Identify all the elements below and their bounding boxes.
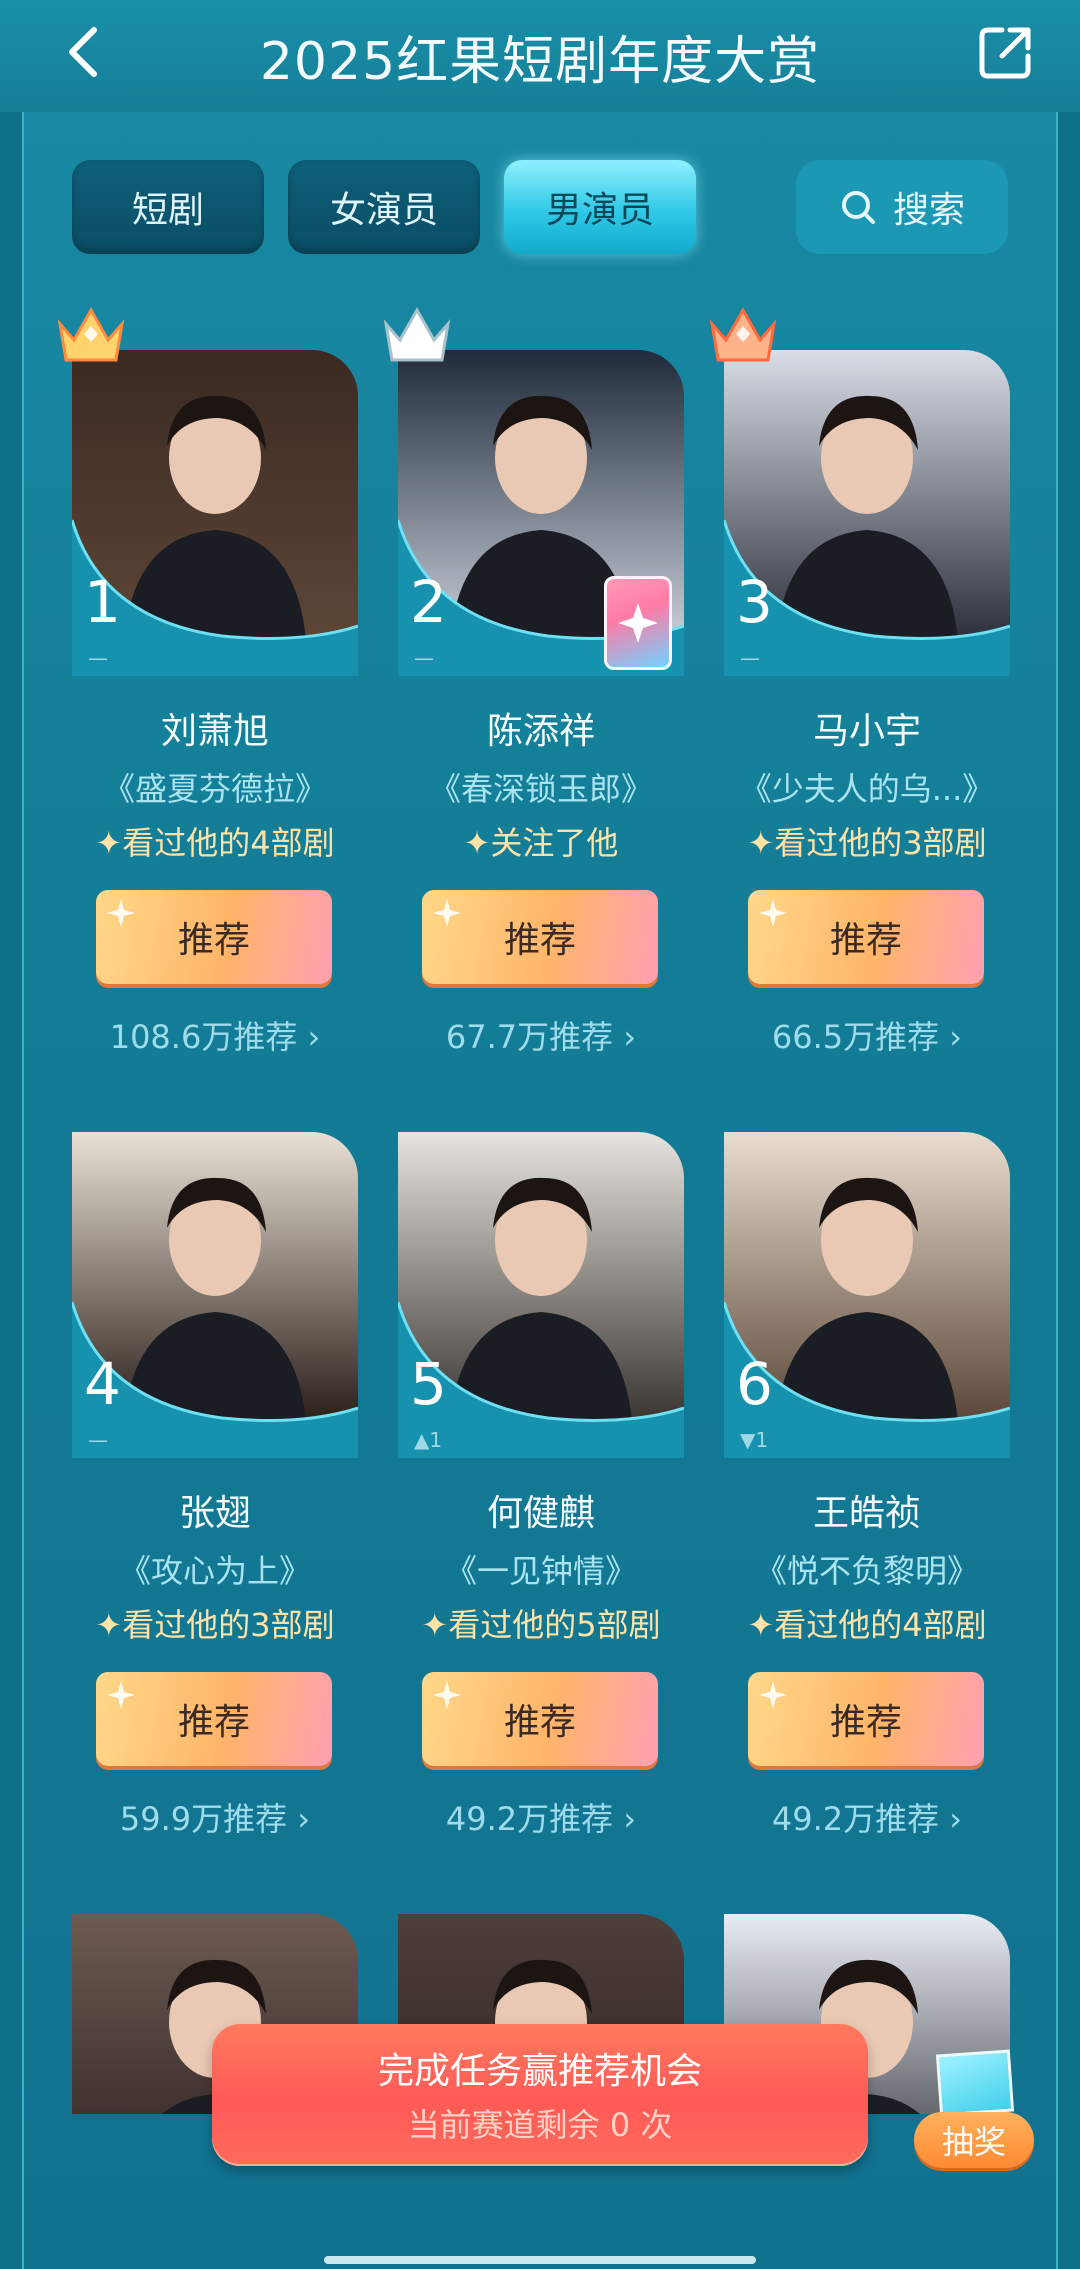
sparkle-icon: ✦	[463, 824, 491, 862]
actor-photo-area[interactable]: 2—	[383, 306, 684, 676]
search-icon	[841, 191, 875, 224]
sparkle-icon: ✦	[747, 1606, 775, 1644]
recommend-button-label: 推荐	[829, 920, 902, 961]
rank-number: 2	[410, 568, 447, 636]
lottery-button[interactable]: 抽奖	[914, 2112, 1034, 2168]
crown-icon	[54, 300, 128, 368]
task-banner[interactable]: 完成任务赢推荐机会 当前赛道剩余 0 次	[212, 2024, 868, 2166]
recommend-button-label: 推荐	[503, 920, 576, 961]
task-banner-title: 完成任务赢推荐机会	[377, 2051, 702, 2092]
rank-number: 4	[84, 1350, 121, 1418]
actor-note-text: 看过他的3部剧	[122, 1606, 335, 1644]
sparkle-icon: ✦	[421, 1606, 449, 1644]
actor-note-text: 看过他的5部剧	[448, 1606, 661, 1644]
actor-drama-title: 《春深锁玉郎》	[428, 770, 653, 808]
sparkle-icon	[433, 899, 461, 927]
recommend-button[interactable]: 推荐	[422, 1672, 658, 1766]
sparkle-icon	[759, 899, 787, 927]
heart-card-icon	[604, 576, 672, 670]
sparkle-icon: ✦	[747, 824, 775, 862]
sparkle-icon	[433, 1681, 461, 1709]
actor-note-text: 看过他的4部剧	[122, 824, 335, 862]
tab-actor[interactable]: 男演员	[504, 160, 696, 254]
sparkle-icon	[107, 899, 135, 927]
recommend-button-label: 推荐	[177, 920, 250, 961]
actor-note: ✦看过他的4部剧	[710, 1600, 1024, 1646]
recommend-button[interactable]: 推荐	[96, 890, 332, 984]
page-title: 2025红果短剧年度大赏	[259, 31, 821, 92]
recommend-button[interactable]: 推荐	[422, 890, 658, 984]
actor-name: 马小宇	[812, 711, 921, 752]
recommend-count-link[interactable]: 108.6万推荐 ›	[72, 1012, 358, 1058]
recommend-count-link[interactable]: 66.5万推荐 ›	[724, 1012, 1010, 1058]
actor-note: ✦看过他的3部剧	[710, 818, 1024, 864]
rank-number: 6	[736, 1350, 773, 1418]
rank-change: ▼1	[740, 1428, 769, 1452]
tab-short-drama[interactable]: 短剧	[72, 160, 264, 254]
recommend-button-label: 推荐	[829, 1702, 902, 1743]
actor-note-text: 关注了他	[490, 824, 619, 862]
recommend-count-link[interactable]: 49.2万推荐 ›	[398, 1794, 684, 1840]
actor-drama-title: 《攻心为上》	[118, 1552, 311, 1590]
back-button[interactable]	[52, 20, 116, 84]
actor-photo-area[interactable]: 5 ▲1	[398, 1132, 684, 1458]
rank-change: ▲1	[414, 1428, 443, 1452]
sparkle-icon: ✦	[95, 824, 123, 862]
actor-name: 王皓祯	[812, 1493, 921, 1534]
recommend-button[interactable]: 推荐	[96, 1672, 332, 1766]
rank-number: 3	[736, 568, 773, 636]
share-icon	[979, 27, 1031, 79]
actor-photo-area[interactable]: 3—	[709, 306, 1010, 676]
actor-note: ✦看过他的4部剧	[58, 818, 372, 864]
search-label: 搜索	[892, 190, 965, 231]
rank-number: 5	[410, 1350, 447, 1418]
recommend-button[interactable]: 推荐	[748, 890, 984, 984]
actor-note: ✦关注了他	[384, 818, 698, 864]
recommend-button-label: 推荐	[177, 1702, 250, 1743]
recommend-button[interactable]: 推荐	[748, 1672, 984, 1766]
sparkle-icon	[107, 1681, 135, 1709]
actor-note: ✦看过他的3部剧	[58, 1600, 372, 1646]
actor-name: 何健麒	[486, 1493, 595, 1534]
actor-photo-area[interactable]: 1—	[57, 306, 358, 676]
recommend-count-link[interactable]: 67.7万推荐 ›	[398, 1012, 684, 1058]
crown-icon	[380, 300, 454, 368]
recommend-button-label: 推荐	[503, 1702, 576, 1743]
tab-actress[interactable]: 女演员	[288, 160, 480, 254]
recommend-count-link[interactable]: 49.2万推荐 ›	[724, 1794, 1010, 1840]
actor-note: ✦看过他的5部剧	[384, 1600, 698, 1646]
rank-change: —	[414, 646, 434, 670]
actor-note-text: 看过他的3部剧	[774, 824, 987, 862]
recommend-count-link[interactable]: 59.9万推荐 ›	[72, 1794, 358, 1840]
actor-drama-title: 《悦不负黎明》	[754, 1552, 979, 1590]
actor-photo-area[interactable]: 6 ▼1	[724, 1132, 1010, 1458]
actor-drama-title: 《一见钟情》	[444, 1552, 637, 1590]
lottery-card-icon	[935, 2049, 1015, 2117]
actor-drama-title: 《盛夏芬德拉》	[102, 770, 327, 808]
rank-number: 1	[84, 568, 121, 636]
actor-name: 刘萧旭	[160, 711, 269, 752]
rank-change: —	[88, 646, 108, 670]
actor-name: 陈添祥	[486, 711, 595, 752]
share-button[interactable]	[970, 18, 1040, 88]
rank-change: —	[88, 1428, 108, 1452]
sparkle-icon: ✦	[95, 1606, 123, 1644]
chevron-left-icon	[69, 27, 97, 77]
sparkle-icon	[759, 1681, 787, 1709]
rank-change: —	[740, 646, 760, 670]
actor-note-text: 看过他的4部剧	[774, 1606, 987, 1644]
actor-photo-area[interactable]: 4—	[72, 1132, 358, 1458]
crown-icon	[706, 300, 780, 368]
search-button[interactable]: 搜索	[796, 160, 1008, 254]
task-banner-subtitle: 当前赛道剩余 0 次	[407, 2106, 673, 2144]
actor-drama-title: 《少夫人的乌...》	[739, 770, 995, 808]
top-bar: 2025红果短剧年度大赏	[0, 0, 1080, 112]
actor-name: 张翅	[178, 1493, 251, 1534]
home-indicator	[324, 2256, 756, 2264]
